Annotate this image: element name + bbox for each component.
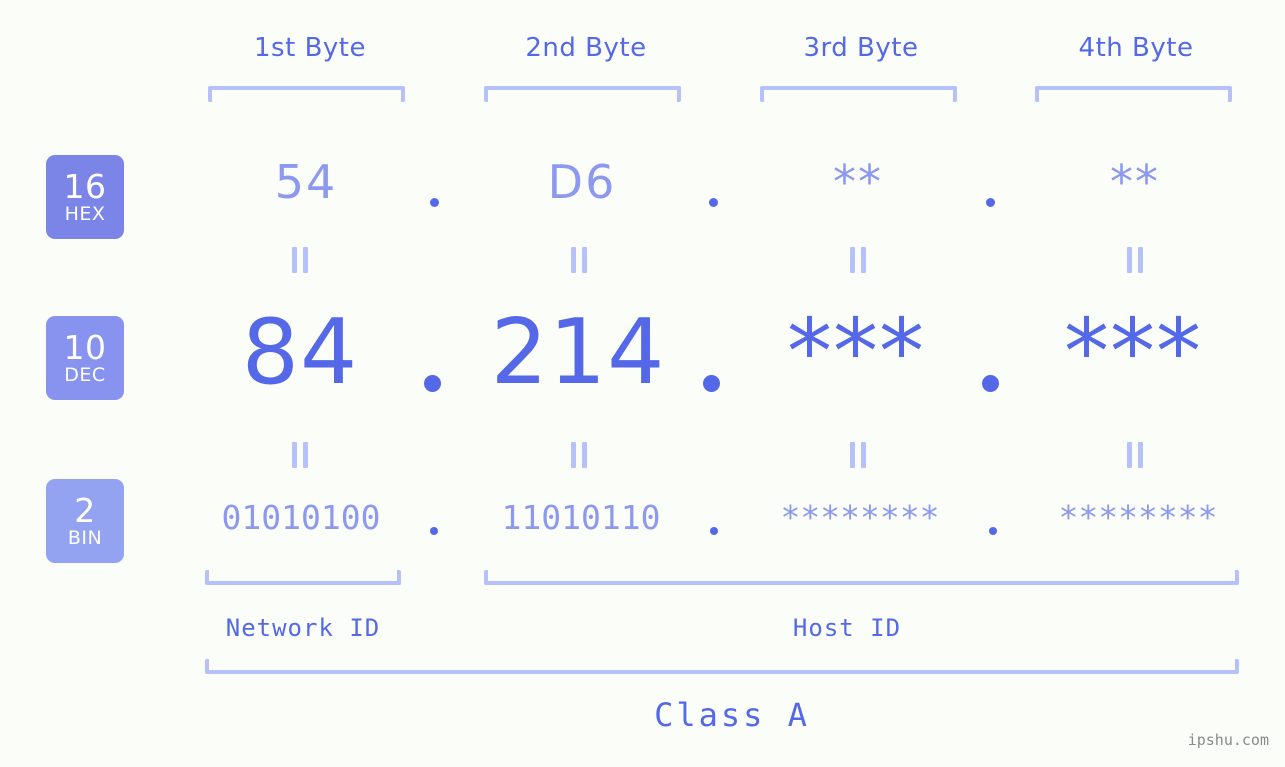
- bin-byte-1-value: 01010100: [221, 498, 381, 537]
- base-badge-hex: 16 HEX: [46, 155, 124, 239]
- bin-byte-3-value: ********: [780, 498, 940, 537]
- base-badge-hex-number: 16: [63, 167, 107, 206]
- equals-dec-bin-1: [292, 442, 308, 468]
- base-badge-dec: 10 DEC: [46, 316, 124, 400]
- class-label: Class A: [654, 696, 810, 734]
- dec-separator-dot-1: [424, 375, 441, 392]
- hex-separator-dot-1: [430, 198, 439, 207]
- base-badge-bin-number: 2: [74, 491, 96, 530]
- bin-byte-4-value: ********: [1058, 498, 1218, 537]
- equals-dec-bin-2: [571, 442, 587, 468]
- host-id-label: Host ID: [792, 614, 902, 642]
- base-badge-dec-number: 10: [63, 328, 107, 367]
- base-badge-bin: 2 BIN: [46, 479, 124, 563]
- bin-separator-dot-1: [430, 527, 438, 535]
- dec-byte-3-value: ***: [787, 300, 925, 405]
- dec-separator-dot-2: [703, 375, 720, 392]
- hex-byte-1-value: 54: [274, 155, 338, 209]
- dec-byte-4-value: ***: [1064, 300, 1202, 405]
- bin-separator-dot-2: [710, 527, 718, 535]
- bin-separator-dot-3: [989, 527, 997, 535]
- network-id-bracket: [205, 570, 401, 585]
- equals-hex-dec-2: [571, 247, 587, 273]
- base-badge-dec-name: DEC: [64, 364, 106, 386]
- byte-header-2: 2nd Byte: [525, 33, 647, 63]
- class-bracket: [205, 659, 1239, 674]
- dec-byte-1-value: 84: [241, 300, 359, 405]
- equals-hex-dec-4: [1127, 247, 1143, 273]
- byte-header-3: 3rd Byte: [803, 33, 919, 63]
- byte-bracket-3: [760, 86, 957, 102]
- hex-byte-2-value: D6: [547, 155, 617, 209]
- bin-byte-2-value: 11010110: [501, 498, 661, 537]
- hex-byte-4-value: **: [1110, 155, 1160, 209]
- byte-bracket-1: [208, 86, 405, 102]
- hex-separator-dot-2: [709, 198, 718, 207]
- byte-bracket-4: [1035, 86, 1232, 102]
- dec-byte-2-value: 214: [490, 300, 666, 405]
- equals-dec-bin-4: [1127, 442, 1143, 468]
- dec-separator-dot-3: [982, 375, 999, 392]
- host-id-bracket: [484, 570, 1239, 585]
- site-watermark: ipshu.com: [1187, 731, 1269, 749]
- byte-header-4: 4th Byte: [1078, 33, 1194, 63]
- base-badge-hex-name: HEX: [64, 203, 106, 225]
- base-badge-bin-name: BIN: [67, 527, 103, 549]
- equals-hex-dec-3: [850, 247, 866, 273]
- hex-byte-3-value: **: [833, 155, 883, 209]
- network-id-label: Network ID: [225, 614, 381, 642]
- byte-header-1: 1st Byte: [254, 33, 366, 63]
- byte-bracket-2: [484, 86, 681, 102]
- ip-address-breakdown-diagram: 1st Byte 2nd Byte 3rd Byte 4th Byte 16 H…: [0, 0, 1285, 767]
- equals-dec-bin-3: [850, 442, 866, 468]
- hex-separator-dot-3: [986, 198, 995, 207]
- equals-hex-dec-1: [292, 247, 308, 273]
